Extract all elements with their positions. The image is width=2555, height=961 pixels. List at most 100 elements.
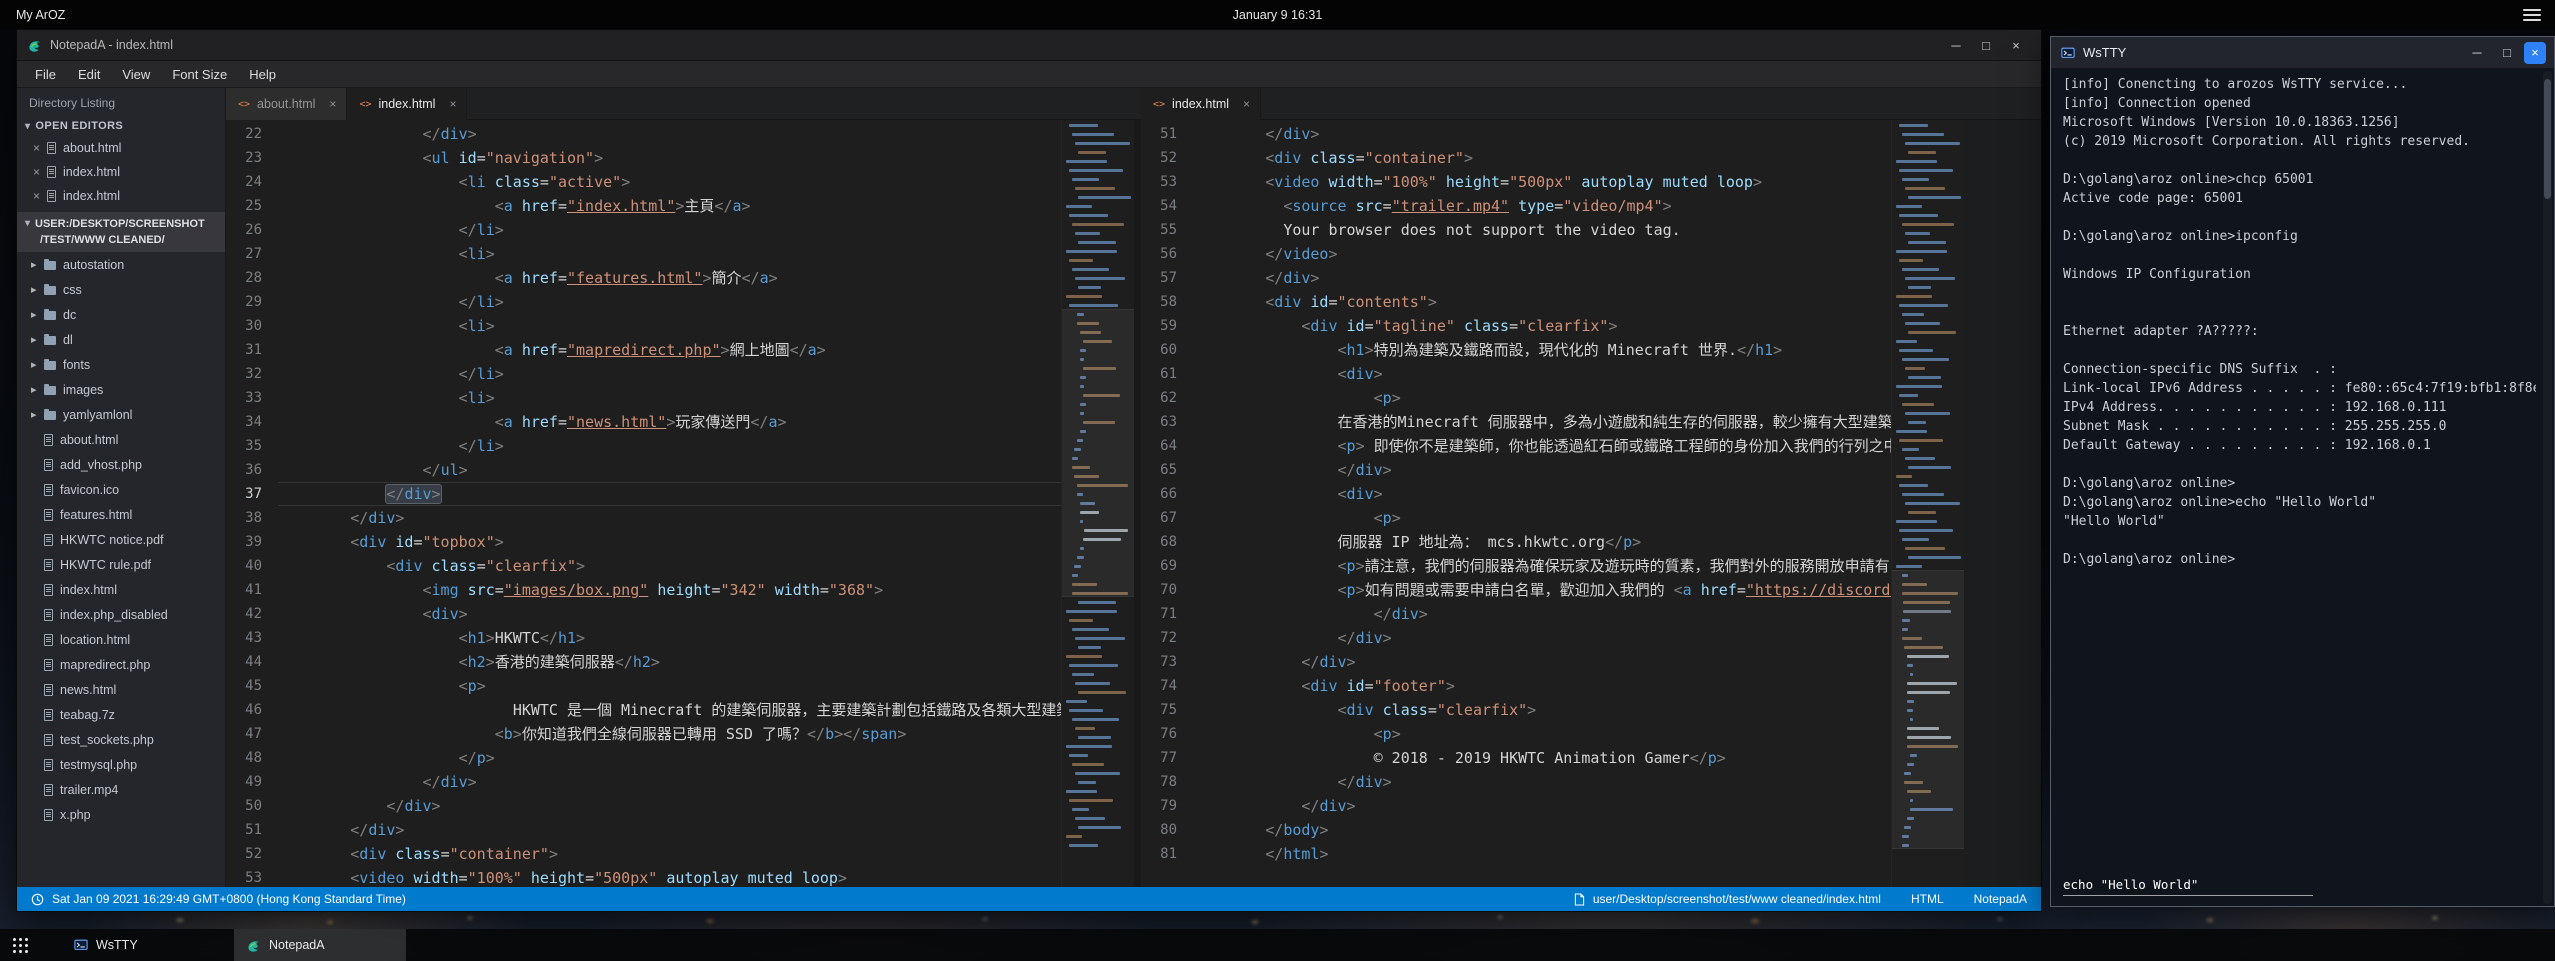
open-editor-item[interactable]: ×about.html	[17, 136, 225, 160]
file-item[interactable]: ▸test_sockets.php	[17, 727, 225, 752]
file-item[interactable]: ▸favicon.ico	[17, 477, 225, 502]
system-app-label[interactable]: My ArOZ	[16, 8, 65, 22]
code-line-38[interactable]: 38 </div>	[226, 506, 1061, 530]
code-area-left[interactable]: 22 </div>23 <ul id="navigation">24 <li c…	[226, 122, 1061, 887]
code-line-57[interactable]: 57 </div>	[1141, 266, 1891, 290]
code-line-53[interactable]: 53 <video width="100%" height="500px" au…	[226, 866, 1061, 887]
status-datetime[interactable]: Sat Jan 09 2021 16:29:49 GMT+0800 (Hong …	[31, 892, 406, 906]
code-line-30[interactable]: 30 <li>	[226, 314, 1061, 338]
minimize-button[interactable]: ─	[1941, 30, 1971, 61]
minimap-left[interactable]	[1061, 120, 1134, 887]
code-line-66[interactable]: 66 <div>	[1141, 482, 1891, 506]
code-line-52[interactable]: 52 <div class="container">	[226, 842, 1061, 866]
code-line-46[interactable]: 46 HKWTC 是一個 Minecraft 的建築伺服器，主要建築計劃包括鐵路…	[226, 698, 1061, 722]
menu-edit[interactable]: Edit	[68, 64, 110, 85]
code-line-43[interactable]: 43 <h1>HKWTC</h1>	[226, 626, 1061, 650]
code-line-54[interactable]: 54 <source src="trailer.mp4" type="video…	[1141, 194, 1891, 218]
hamburger-menu-icon[interactable]	[2523, 6, 2541, 24]
status-language[interactable]: HTML	[1911, 892, 1944, 906]
code-line-63[interactable]: 63 在香港的Minecraft 伺服器中，多為小遊戲和純生存的伺服器，較少擁有…	[1141, 410, 1891, 434]
wstty-titlebar[interactable]: WsTTY ─ □ ×	[2051, 37, 2554, 69]
folder-item[interactable]: ▸fonts	[17, 352, 225, 377]
open-editor-item[interactable]: ×index.html	[17, 160, 225, 184]
code-line-65[interactable]: 65 </div>	[1141, 458, 1891, 482]
code-line-59[interactable]: 59 <div id="tagline" class="clearfix">	[1141, 314, 1891, 338]
file-item[interactable]: ▸teabag.7z	[17, 702, 225, 727]
code-line-50[interactable]: 50 </div>	[226, 794, 1061, 818]
editor-group-right[interactable]: 51 </div>52 <div class="container">53 <v…	[1141, 120, 1964, 887]
code-line-75[interactable]: 75 <div class="clearfix">	[1141, 698, 1891, 722]
close-icon[interactable]: ×	[33, 165, 40, 179]
close-icon[interactable]: ×	[33, 141, 40, 155]
maximize-button[interactable]: □	[1971, 30, 2001, 61]
code-line-37[interactable]: 37 </div>	[226, 482, 1061, 506]
code-line-67[interactable]: 67 <p>	[1141, 506, 1891, 530]
folder-item[interactable]: ▸autostation	[17, 252, 225, 277]
app-grid-icon[interactable]	[12, 937, 28, 953]
minimap-right[interactable]	[1891, 120, 1964, 887]
code-line-61[interactable]: 61 <div>	[1141, 362, 1891, 386]
code-line-58[interactable]: 58 <div id="contents">	[1141, 290, 1891, 314]
code-line-47[interactable]: 47 <b>你知道我們全線伺服器已轉用 SSD 了嗎？</b></span>	[226, 722, 1061, 746]
code-line-51[interactable]: 51 </div>	[1141, 122, 1891, 146]
maximize-button[interactable]: □	[2494, 45, 2520, 60]
code-line-78[interactable]: 78 </div>	[1141, 770, 1891, 794]
scrollbar-thumb[interactable]	[2544, 79, 2551, 199]
code-line-24[interactable]: 24 <li class="active">	[226, 170, 1061, 194]
editor-tab-about.html[interactable]: <>about.html×	[226, 88, 347, 120]
status-app-name[interactable]: NotepadA	[1974, 892, 2027, 906]
code-line-62[interactable]: 62 <p>	[1141, 386, 1891, 410]
code-line-23[interactable]: 23 <ul id="navigation">	[226, 146, 1061, 170]
close-icon[interactable]: ×	[1243, 97, 1250, 111]
file-item[interactable]: ▸features.html	[17, 502, 225, 527]
code-line-34[interactable]: 34 <a href="news.html">玩家傳送門</a>	[226, 410, 1061, 434]
taskbar-item-notepada[interactable]: NotepadA	[234, 929, 406, 961]
minimap-viewport[interactable]	[1062, 309, 1134, 597]
code-line-29[interactable]: 29 </li>	[226, 290, 1061, 314]
editor-group-left[interactable]: 22 </div>23 <ul id="navigation">24 <li c…	[226, 120, 1134, 887]
code-line-70[interactable]: 70 <p>如有問題或需要申請白名單，歡迎加入我們的 <a href="http…	[1141, 578, 1891, 602]
code-line-77[interactable]: 77 © 2018 - 2019 HKWTC Animation Gamer</…	[1141, 746, 1891, 770]
code-line-42[interactable]: 42 <div>	[226, 602, 1061, 626]
code-line-39[interactable]: 39 <div id="topbox">	[226, 530, 1061, 554]
code-line-40[interactable]: 40 <div class="clearfix">	[226, 554, 1061, 578]
editor-group-divider[interactable]	[1134, 120, 1141, 887]
code-line-80[interactable]: 80 </body>	[1141, 818, 1891, 842]
code-line-69[interactable]: 69 <p>請注意，我們的伺服器為確保玩家及遊玩時的質素，我們對外的服務開放申請…	[1141, 554, 1891, 578]
notepada-titlebar[interactable]: NotepadA - index.html ─ □ ×	[17, 30, 2041, 61]
code-line-33[interactable]: 33 <li>	[226, 386, 1061, 410]
code-line-64[interactable]: 64 <p> 即使你不是建築師，你也能透過紅石師或鐵路工程師的身份加入我們的行列…	[1141, 434, 1891, 458]
file-item[interactable]: ▸x.php	[17, 802, 225, 827]
code-line-71[interactable]: 71 </div>	[1141, 602, 1891, 626]
code-line-68[interactable]: 68 伺服器 IP 地址為： mcs.hkwtc.org</p>	[1141, 530, 1891, 554]
workspace-root[interactable]: ▾ USER:/DESKTOP/SCREENSHOT /TEST/WWW CLE…	[17, 212, 225, 252]
terminal-output[interactable]: [info] Conencting to arozos WsTTY servic…	[2063, 77, 2536, 860]
code-line-74[interactable]: 74 <div id="footer">	[1141, 674, 1891, 698]
file-item[interactable]: ▸index.html	[17, 577, 225, 602]
code-line-25[interactable]: 25 <a href="index.html">主頁</a>	[226, 194, 1061, 218]
code-line-35[interactable]: 35 </li>	[226, 434, 1061, 458]
folder-item[interactable]: ▸css	[17, 277, 225, 302]
open-editors-header[interactable]: ▾ OPEN EDITORS	[17, 116, 225, 136]
file-item[interactable]: ▸index.php_disabled	[17, 602, 225, 627]
close-icon[interactable]: ×	[329, 97, 336, 111]
file-item[interactable]: ▸news.html	[17, 677, 225, 702]
close-button[interactable]: ×	[2001, 30, 2031, 61]
code-line-79[interactable]: 79 </div>	[1141, 794, 1891, 818]
file-item[interactable]: ▸trailer.mp4	[17, 777, 225, 802]
minimap-viewport[interactable]	[1892, 570, 1964, 849]
code-line-81[interactable]: 81 </html>	[1141, 842, 1891, 866]
menu-font-size[interactable]: Font Size	[162, 64, 237, 85]
code-line-28[interactable]: 28 <a href="features.html">簡介</a>	[226, 266, 1061, 290]
file-item[interactable]: ▸add_vhost.php	[17, 452, 225, 477]
editor-tab-index.html[interactable]: <>index.html×	[1141, 88, 1261, 120]
close-icon[interactable]: ×	[33, 189, 40, 203]
code-line-27[interactable]: 27 <li>	[226, 242, 1061, 266]
menu-view[interactable]: View	[112, 64, 160, 85]
status-file-path[interactable]: user/Desktop/screenshot/test/www cleaned…	[1574, 892, 1881, 906]
code-line-53[interactable]: 53 <video width="100%" height="500px" au…	[1141, 170, 1891, 194]
folder-item[interactable]: ▸dc	[17, 302, 225, 327]
code-line-32[interactable]: 32 </li>	[226, 362, 1061, 386]
close-button[interactable]: ×	[2524, 42, 2546, 64]
code-line-76[interactable]: 76 <p>	[1141, 722, 1891, 746]
